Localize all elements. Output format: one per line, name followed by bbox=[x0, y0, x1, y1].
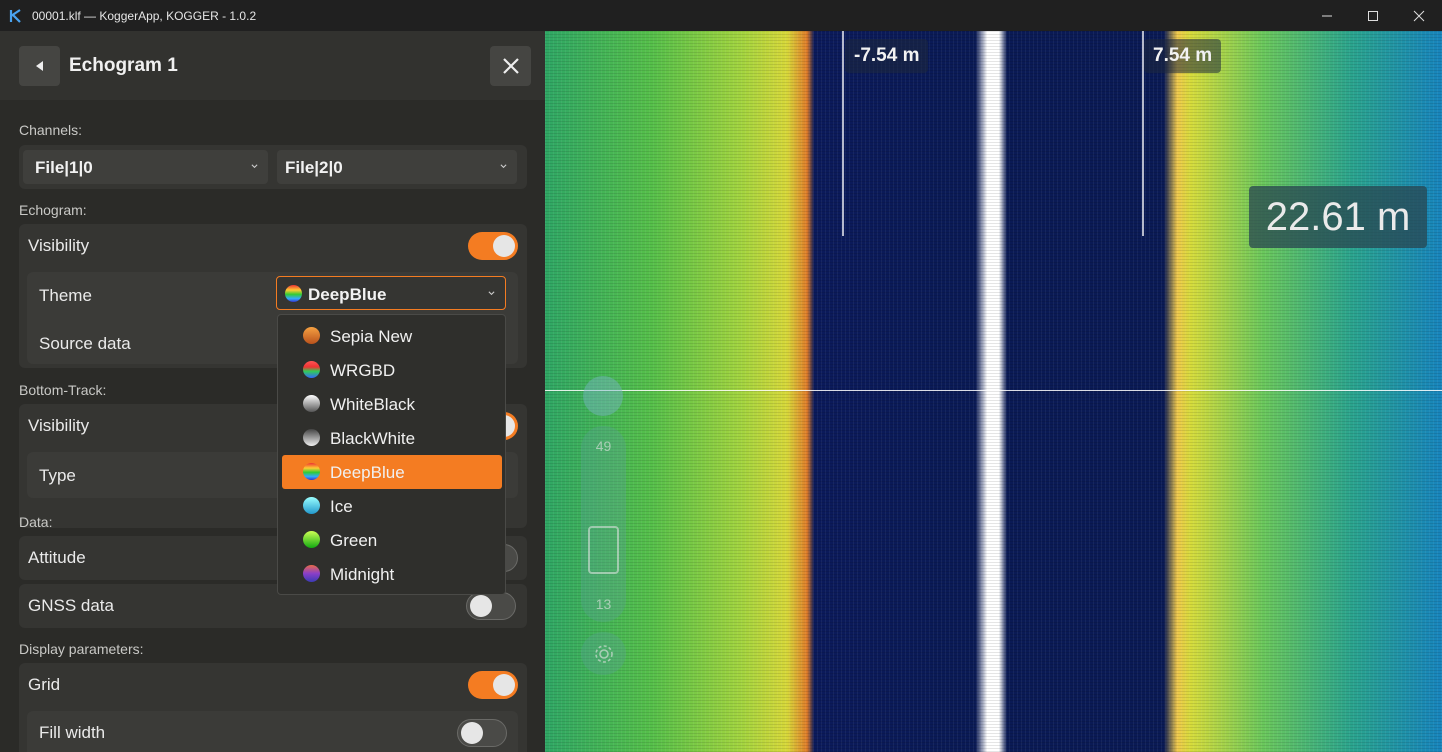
cursor-horizontal-line bbox=[545, 390, 1442, 391]
display-group: Grid Fill width bbox=[19, 663, 527, 752]
option-label: Green bbox=[330, 531, 378, 550]
chevron-down-icon bbox=[251, 164, 258, 169]
grid-toggle[interactable] bbox=[468, 671, 518, 699]
slider-max-label: 49 bbox=[595, 438, 612, 454]
title-bar: 00001.klf — KoggerApp, KOGGER - 1.0.2 bbox=[0, 0, 1442, 31]
gnss-label: GNSS data bbox=[28, 596, 114, 615]
theme-dropdown-list: Sepia New WRGBD WhiteBlack BlackWhite De… bbox=[277, 314, 506, 595]
close-panel-button[interactable] bbox=[490, 46, 531, 86]
slider-handle[interactable] bbox=[588, 526, 619, 574]
theme-select[interactable]: DeepBlue bbox=[276, 276, 506, 310]
back-button[interactable] bbox=[19, 46, 60, 86]
channels-section-label: Channels: bbox=[19, 122, 83, 138]
close-icon bbox=[1413, 10, 1425, 21]
echogram-section-label: Echogram: bbox=[19, 202, 87, 218]
minimize-button[interactable] bbox=[1304, 0, 1350, 31]
source-data-label: Source data bbox=[39, 334, 131, 353]
bottom-track-section-label: Bottom-Track: bbox=[19, 382, 107, 398]
panel-title: Echogram 1 bbox=[69, 55, 178, 76]
bottom-track-visibility-label: Visibility bbox=[28, 416, 90, 435]
option-label: WRGBD bbox=[330, 361, 396, 380]
theme-option-deepblue[interactable]: DeepBlue bbox=[282, 455, 502, 489]
option-label: DeepBlue bbox=[330, 463, 405, 482]
deepblue-swatch-icon bbox=[285, 285, 302, 302]
right-distance-label: 7.54 m bbox=[1144, 39, 1222, 73]
cursor-bubble[interactable] bbox=[583, 376, 623, 416]
sepia-swatch-icon bbox=[303, 327, 320, 344]
whiteblack-swatch-icon bbox=[303, 395, 320, 412]
echogram-visibility-label: Visibility bbox=[28, 236, 90, 255]
echogram-visibility-row: Visibility bbox=[19, 224, 527, 268]
ice-swatch-icon bbox=[303, 497, 320, 514]
window-title: 00001.klf — KoggerApp, KOGGER - 1.0.2 bbox=[32, 8, 257, 23]
fill-width-label: Fill width bbox=[39, 723, 106, 742]
theme-option-wrgbd[interactable]: WRGBD bbox=[282, 353, 502, 387]
wrgbd-swatch-icon bbox=[303, 361, 320, 378]
channel1-select[interactable]: File|1|0 bbox=[23, 150, 268, 184]
theme-label: Theme bbox=[39, 286, 92, 305]
close-window-button[interactable] bbox=[1396, 0, 1442, 31]
channels-group: File|1|0 File|2|0 bbox=[19, 145, 527, 189]
view-settings-button[interactable] bbox=[581, 632, 626, 675]
type-label: Type bbox=[39, 466, 76, 485]
echogram-texture bbox=[545, 31, 1442, 752]
theme-option-sepia-new[interactable]: Sepia New bbox=[282, 319, 502, 353]
option-label: Midnight bbox=[330, 565, 395, 584]
option-label: Ice bbox=[330, 497, 353, 516]
option-label: BlackWhite bbox=[330, 429, 416, 448]
option-label: Sepia New bbox=[330, 327, 413, 346]
echogram-visibility-toggle[interactable] bbox=[468, 232, 518, 260]
blackwhite-swatch-icon bbox=[303, 429, 320, 446]
chevron-down-icon bbox=[500, 164, 507, 169]
echogram-view[interactable]: -7.54 m 7.54 m 22.61 m 49 13 bbox=[545, 31, 1442, 752]
theme-option-midnight[interactable]: Midnight bbox=[282, 557, 502, 591]
theme-option-blackwhite[interactable]: BlackWhite bbox=[282, 421, 502, 455]
left-distance-marker-line bbox=[842, 31, 844, 236]
left-distance-label: -7.54 m bbox=[845, 39, 929, 73]
midnight-swatch-icon bbox=[303, 565, 320, 582]
theme-option-ice[interactable]: Ice bbox=[282, 489, 502, 523]
data-section-label: Data: bbox=[19, 514, 53, 530]
kogger-logo-icon bbox=[8, 8, 24, 24]
display-section-label: Display parameters: bbox=[19, 641, 144, 657]
gear-icon bbox=[594, 644, 613, 663]
panel-header: Echogram 1 bbox=[0, 31, 545, 100]
grid-subgroup: Fill width bbox=[27, 711, 518, 752]
depth-readout: 22.61 m bbox=[1249, 186, 1427, 248]
theme-value: DeepBlue bbox=[308, 285, 387, 304]
range-slider[interactable]: 49 13 bbox=[581, 426, 626, 622]
channel1-value: File|1|0 bbox=[35, 158, 93, 177]
theme-option-whiteblack[interactable]: WhiteBlack bbox=[282, 387, 502, 421]
deepblue-swatch-icon bbox=[303, 463, 320, 480]
grid-row: Grid bbox=[19, 663, 527, 707]
green-swatch-icon bbox=[303, 531, 320, 548]
option-label: WhiteBlack bbox=[330, 395, 416, 414]
grid-label: Grid bbox=[28, 675, 61, 694]
chevron-down-icon bbox=[488, 291, 495, 296]
triangle-left-icon bbox=[35, 61, 43, 71]
fill-width-toggle[interactable] bbox=[457, 719, 507, 747]
minimize-icon bbox=[1322, 15, 1332, 16]
close-icon bbox=[502, 58, 519, 74]
maximize-icon bbox=[1368, 10, 1378, 21]
attitude-label: Attitude bbox=[28, 548, 86, 567]
theme-option-green[interactable]: Green bbox=[282, 523, 502, 557]
channel2-value: File|2|0 bbox=[285, 158, 343, 177]
channel2-select[interactable]: File|2|0 bbox=[277, 150, 517, 184]
gnss-toggle[interactable] bbox=[466, 592, 516, 620]
slider-min-label: 13 bbox=[595, 596, 612, 612]
maximize-button[interactable] bbox=[1350, 0, 1396, 31]
